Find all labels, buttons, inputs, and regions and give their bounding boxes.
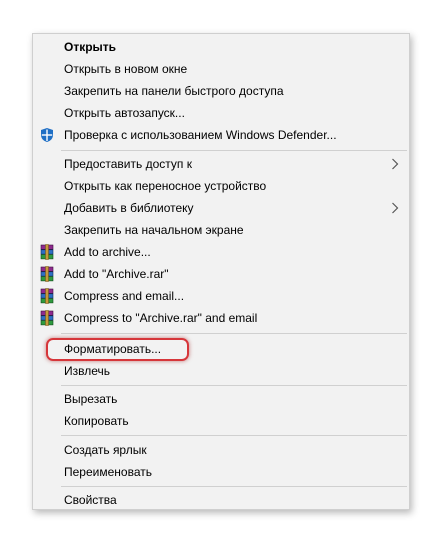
menu-item-add-to-archive-rar[interactable]: Add to "Archive.rar" [33,263,409,285]
menu-item-cut[interactable]: Вырезать [33,388,409,410]
menu-separator [61,333,407,334]
menu-item-compress-to-rar-and-email[interactable]: Compress to "Archive.rar" and email [33,307,409,329]
menu-item-label: Compress to "Archive.rar" and email [64,311,258,325]
menu-item-label: Открыть автозапуск... [64,106,185,120]
menu-item-open[interactable]: Открыть [33,36,409,58]
menu-item-open-new-window[interactable]: Открыть в новом окне [33,58,409,80]
menu-item-label: Закрепить на начальном экране [64,223,244,237]
menu-item-label: Compress and email... [64,289,185,303]
menu-item-compress-and-email[interactable]: Compress and email... [33,285,409,307]
menu-item-label: Вырезать [64,392,118,406]
menu-item-label: Создать ярлык [64,443,147,457]
context-menu: Открыть Открыть в новом окне Закрепить н… [32,33,410,510]
menu-item-label: Добавить в библиотеку [64,201,194,215]
menu-separator [61,435,407,436]
menu-item-label: Извлечь [64,364,111,378]
menu-item-pin-quick-access[interactable]: Закрепить на панели быстрого доступа [33,80,409,102]
menu-item-label: Предоставить доступ к [64,157,192,171]
winrar-icon [40,288,54,304]
menu-item-label: Свойства [64,493,117,507]
menu-item-rename[interactable]: Переименовать [33,461,409,483]
menu-item-pin-to-start[interactable]: Закрепить на начальном экране [33,219,409,241]
menu-item-label: Открыть в новом окне [64,62,188,76]
menu-item-label: Открыть [64,40,117,54]
menu-item-create-shortcut[interactable]: Создать ярлык [33,439,409,461]
winrar-icon [40,244,54,260]
menu-item-add-to-archive[interactable]: Add to archive... [33,241,409,263]
chevron-right-icon [392,202,399,214]
menu-item-label: Копировать [64,414,129,428]
windows-defender-icon [41,128,53,142]
menu-item-add-to-library[interactable]: Добавить в библиотеку [33,197,409,219]
menu-item-format[interactable]: Форматировать... [33,338,409,360]
menu-item-scan-defender[interactable]: Проверка с использованием Windows Defend… [33,124,409,146]
menu-item-label: Проверка с использованием Windows Defend… [64,128,337,142]
menu-separator [61,385,407,386]
menu-separator [61,150,407,151]
menu-item-eject[interactable]: Извлечь [33,360,409,382]
menu-item-label: Форматировать... [64,342,162,356]
menu-item-label: Открыть как переносное устройство [64,179,267,193]
menu-item-label: Закрепить на панели быстрого доступа [64,84,284,98]
menu-item-label: Переименовать [64,465,152,479]
menu-item-properties[interactable]: Свойства [33,489,409,511]
menu-item-share-with[interactable]: Предоставить доступ к [33,153,409,175]
menu-item-label: Add to archive... [64,245,151,259]
winrar-icon [40,310,54,326]
menu-separator [61,486,407,487]
menu-item-copy[interactable]: Копировать [33,410,409,432]
winrar-icon [40,266,54,282]
menu-item-open-portable-device[interactable]: Открыть как переносное устройство [33,175,409,197]
menu-item-label: Add to "Archive.rar" [64,267,169,281]
menu-item-open-autoplay[interactable]: Открыть автозапуск... [33,102,409,124]
chevron-right-icon [392,158,399,170]
